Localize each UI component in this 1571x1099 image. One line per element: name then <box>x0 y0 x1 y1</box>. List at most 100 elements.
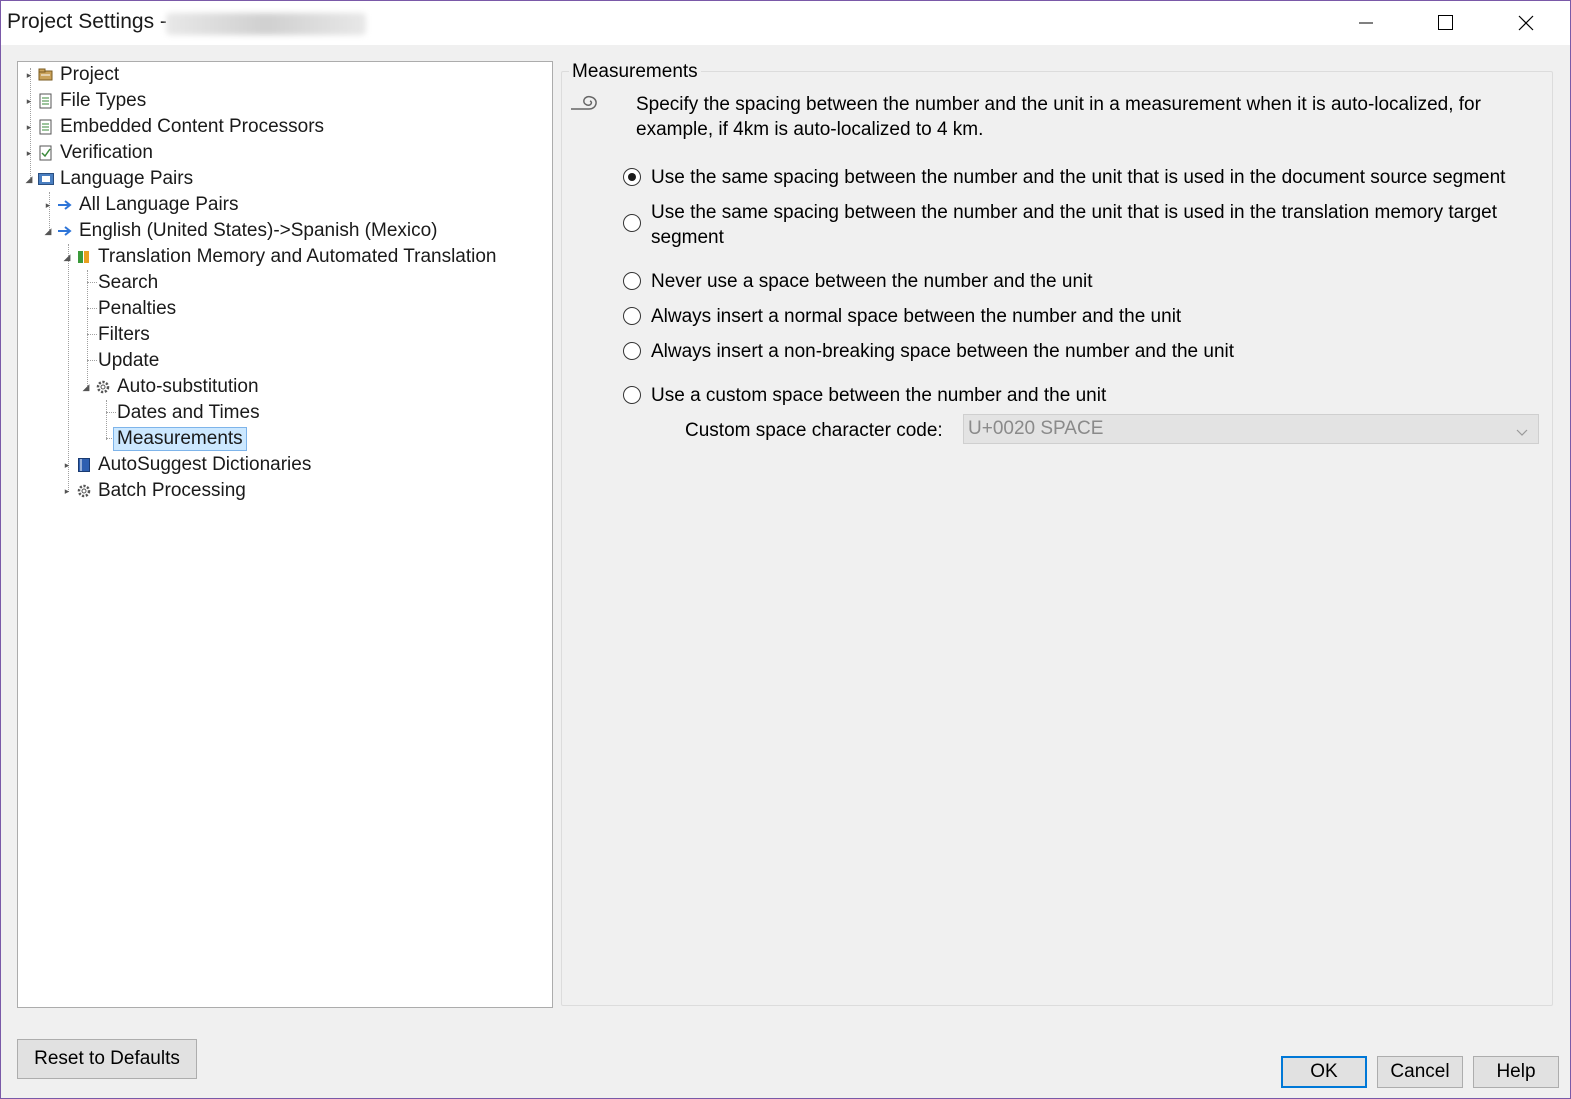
window-title: Project Settings - <box>7 10 167 33</box>
tree-item-measurements[interactable]: Measurements <box>113 426 247 452</box>
expand-arrow-icon[interactable]: ▸ <box>62 486 72 496</box>
tree-item-label: Dates and Times <box>117 402 260 423</box>
option-tm-target-segment[interactable]: Use the same spacing between the number … <box>623 200 1533 250</box>
tree-item-label: Update <box>98 350 160 371</box>
description-text: Specify the spacing between the number a… <box>636 94 1481 140</box>
tree-connector <box>87 282 97 283</box>
option-non-breaking-space[interactable]: Always insert a non-breaking space betwe… <box>623 339 1234 364</box>
radio-button[interactable] <box>623 307 641 325</box>
tree-item-project[interactable]: ▸ Project <box>24 62 119 88</box>
tree-item-label: Language Pairs <box>60 168 194 189</box>
tree-item-label: Batch Processing <box>98 480 246 501</box>
option-label: Never use a space between the number and… <box>651 271 1093 292</box>
expand-arrow-icon[interactable]: ▸ <box>43 200 53 210</box>
tree-connector <box>87 308 97 309</box>
maximize-button[interactable] <box>1407 1 1485 45</box>
collapse-arrow-icon[interactable]: ◢ <box>24 174 34 184</box>
arrow-right-icon <box>57 197 73 213</box>
book-icon <box>76 457 92 473</box>
tree-item-label: Auto-substitution <box>117 376 259 397</box>
language-pairs-icon <box>38 171 54 187</box>
radio-button[interactable] <box>623 386 641 404</box>
custom-space-value: U+0020 SPACE <box>968 418 1104 439</box>
option-normal-space[interactable]: Always insert a normal space between the… <box>623 304 1181 329</box>
file-types-icon <box>38 93 54 109</box>
measurements-panel: Measurements Specify the spacing between… <box>561 61 1553 1006</box>
minimize-button[interactable] <box>1327 1 1405 45</box>
embedded-content-icon <box>38 119 54 135</box>
arrow-right-icon <box>57 223 73 239</box>
reset-to-defaults-button[interactable]: Reset to Defaults <box>17 1039 197 1079</box>
tree-item-update[interactable]: Update <box>98 348 159 374</box>
title-bar: Project Settings - <box>1 1 1570 45</box>
cancel-button[interactable]: Cancel <box>1377 1056 1463 1088</box>
tree-item-filters[interactable]: Filters <box>98 322 150 348</box>
tree-item-verification[interactable]: ▸ Verification <box>24 140 153 166</box>
gear-icon <box>76 483 92 499</box>
tree-item-auto-substitution[interactable]: ◢ Auto-substitution <box>81 374 259 400</box>
close-button[interactable] <box>1487 1 1565 45</box>
translation-memory-icon <box>76 249 92 265</box>
tree-connector <box>106 412 116 413</box>
tree-item-autosuggest-dictionaries[interactable]: ▸ AutoSuggest Dictionaries <box>62 452 312 478</box>
project-icon <box>38 67 54 83</box>
custom-space-select[interactable]: U+0020 SPACE <box>963 414 1539 444</box>
collapse-arrow-icon[interactable]: ◢ <box>62 252 72 262</box>
tree-connector <box>87 334 97 335</box>
project-settings-window: Project Settings - ▸ Project ▸ File Type… <box>0 0 1571 1099</box>
tree-item-file-types[interactable]: ▸ File Types <box>24 88 147 114</box>
close-icon <box>1518 15 1534 31</box>
tree-connector <box>87 360 97 361</box>
tree-item-label: Filters <box>98 324 150 345</box>
expand-arrow-icon[interactable]: ▸ <box>24 148 34 158</box>
chevron-down-icon <box>1516 422 1528 444</box>
tree-item-batch-processing[interactable]: ▸ Batch Processing <box>62 478 246 504</box>
option-label: Always insert a non-breaking space betwe… <box>651 341 1235 362</box>
expand-arrow-icon[interactable]: ▸ <box>62 460 72 470</box>
gear-icon <box>95 379 111 395</box>
maximize-icon <box>1438 15 1453 30</box>
help-button[interactable]: Help <box>1473 1056 1559 1088</box>
option-custom-space[interactable]: Use a custom space between the number an… <box>623 383 1106 408</box>
expand-arrow-icon[interactable]: ▸ <box>24 96 34 106</box>
blurred-project-name <box>166 13 366 35</box>
option-source-segment[interactable]: Use the same spacing between the number … <box>623 165 1505 190</box>
tree-item-label: Embedded Content Processors <box>60 116 325 137</box>
tree-item-translation-memory[interactable]: ◢ Translation Memory and Automated Trans… <box>62 244 497 270</box>
tree-item-language-pairs[interactable]: ◢ Language Pairs <box>24 166 194 192</box>
tree-item-embedded-content[interactable]: ▸ Embedded Content Processors <box>24 114 324 140</box>
radio-button[interactable] <box>623 214 641 232</box>
tree-connector <box>106 400 107 440</box>
tree-item-english-spanish[interactable]: ◢ English (United States)->Spanish (Mexi… <box>43 218 438 244</box>
option-never-space[interactable]: Never use a space between the number and… <box>623 269 1093 294</box>
radio-button[interactable] <box>623 168 641 186</box>
minimize-icon <box>1359 22 1373 24</box>
tree-item-label: AutoSuggest Dictionaries <box>98 454 312 475</box>
radio-button[interactable] <box>623 342 641 360</box>
tree-item-label: Project <box>60 64 120 85</box>
tree-item-label: Translation Memory and Automated Transla… <box>98 246 497 267</box>
measurements-info-icon <box>569 93 601 120</box>
tree-item-search[interactable]: Search <box>98 270 158 296</box>
option-label: Use the same spacing between the number … <box>651 202 1497 248</box>
tree-item-dates-and-times[interactable]: Dates and Times <box>117 400 260 426</box>
tree-item-label: File Types <box>60 90 147 111</box>
tree-item-label: Search <box>98 272 159 293</box>
tree-item-label: Measurements <box>113 427 247 451</box>
expand-arrow-icon[interactable]: ▸ <box>24 70 34 80</box>
collapse-arrow-icon[interactable]: ◢ <box>43 226 53 236</box>
option-label: Always insert a normal space between the… <box>651 306 1182 327</box>
settings-tree[interactable]: ▸ Project ▸ File Types ▸ Embedded Conten… <box>17 61 553 1008</box>
ok-button[interactable]: OK <box>1281 1056 1367 1088</box>
custom-space-label: Custom space character code: <box>685 420 943 441</box>
tree-item-penalties[interactable]: Penalties <box>98 296 176 322</box>
radio-button[interactable] <box>623 272 641 290</box>
group-title: Measurements <box>569 61 701 83</box>
collapse-arrow-icon[interactable]: ◢ <box>81 382 91 392</box>
verification-icon <box>38 145 54 161</box>
tree-item-label: English (United States)->Spanish (Mexico… <box>79 220 438 241</box>
option-label: Use the same spacing between the number … <box>651 167 1506 188</box>
expand-arrow-icon[interactable]: ▸ <box>24 122 34 132</box>
tree-item-label: Verification <box>60 142 153 163</box>
tree-item-all-language-pairs[interactable]: ▸ All Language Pairs <box>43 192 239 218</box>
